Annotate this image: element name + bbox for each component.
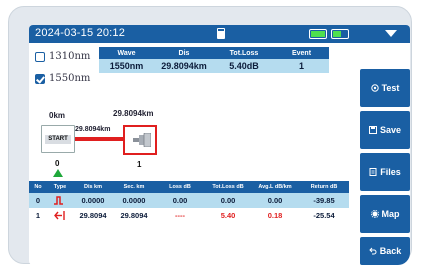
save-button[interactable]: Save bbox=[360, 111, 410, 149]
start-label: START bbox=[45, 135, 71, 144]
otdr-screen: 2024-03-15 20:12 1310nm 1550nm Wave Dis … bbox=[29, 25, 410, 265]
summary-wave: 1550nm bbox=[109, 61, 144, 71]
event-section: 29.8094 bbox=[120, 211, 148, 220]
event-type bbox=[47, 193, 73, 208]
event-return: -25.54 bbox=[313, 211, 335, 220]
event-distance: 29.8094 bbox=[79, 211, 107, 220]
end-event-icon bbox=[54, 211, 65, 220]
files-label: Files bbox=[380, 167, 401, 177]
battery-icon bbox=[309, 29, 327, 39]
battery-icon bbox=[331, 29, 349, 39]
wavelength-option-1550[interactable]: 1550nm bbox=[35, 71, 97, 89]
event-avg-loss: 0.00 bbox=[267, 196, 283, 205]
event-return: -39.85 bbox=[313, 196, 335, 205]
span-distance-label: 29.8094km bbox=[75, 126, 111, 133]
event-avg-loss: 0.18 bbox=[267, 211, 283, 220]
test-label: Test bbox=[381, 83, 400, 93]
event-total-loss: 0.00 bbox=[220, 196, 236, 205]
map-button[interactable]: Map bbox=[360, 195, 410, 233]
col-type: Type bbox=[53, 184, 67, 190]
start-distance-label: 0km bbox=[49, 111, 66, 120]
summary-col-totloss: Tot.Loss bbox=[229, 49, 259, 57]
event-section: 0.0000 bbox=[122, 196, 146, 205]
summary-table: Wave Dis Tot.Loss Event 1550nm 29.8094km… bbox=[99, 47, 329, 73]
col-return: Return dB bbox=[310, 184, 338, 190]
status-bar: 2024-03-15 20:12 bbox=[29, 25, 410, 43]
wavelength-option-1310[interactable]: 1310nm bbox=[35, 49, 97, 67]
start-event-box[interactable]: START bbox=[41, 125, 75, 153]
col-avgloss: Avg.L dB/km bbox=[258, 184, 292, 190]
event-type bbox=[47, 208, 73, 223]
event-distance: 0.0000 bbox=[81, 196, 105, 205]
save-icon bbox=[368, 126, 377, 134]
start-event-index: 0 bbox=[55, 159, 60, 168]
col-totloss: Tot.Loss dB bbox=[212, 184, 244, 190]
event-no: 0 bbox=[35, 196, 41, 205]
event-table: No Type Dis km Sec. km Loss dB Tot.Loss … bbox=[29, 181, 349, 223]
fiber-span-line bbox=[75, 137, 123, 141]
wavelength-selector: 1310nm 1550nm bbox=[35, 49, 97, 93]
summary-col-dis: Dis bbox=[178, 49, 190, 57]
event-no: 1 bbox=[35, 211, 41, 220]
checkbox-1310[interactable] bbox=[35, 52, 45, 62]
col-loss: Loss dB bbox=[169, 184, 191, 190]
event-table-header: No Type Dis km Sec. km Loss dB Tot.Loss … bbox=[29, 181, 349, 193]
event-loss: ---- bbox=[175, 211, 185, 220]
back-label: Back bbox=[379, 246, 402, 256]
checkbox-1550[interactable] bbox=[35, 74, 45, 84]
summary-col-wave: Wave bbox=[117, 49, 136, 57]
action-sidebar: Test Save Files Map Back bbox=[360, 43, 410, 265]
test-button[interactable]: Test bbox=[360, 69, 410, 107]
summary-header: Wave Dis Tot.Loss Event bbox=[99, 47, 329, 59]
sd-card-icon bbox=[217, 28, 225, 39]
menu-dropdown-icon[interactable] bbox=[385, 30, 397, 37]
summary-total-loss: 5.40dB bbox=[229, 61, 259, 71]
end-event-box[interactable] bbox=[123, 125, 157, 155]
col-no: No bbox=[34, 184, 42, 190]
test-icon bbox=[370, 84, 379, 92]
event-loss: 0.00 bbox=[172, 196, 188, 205]
cursor-marker-icon[interactable] bbox=[53, 169, 63, 177]
files-button[interactable]: Files bbox=[360, 153, 410, 191]
table-row[interactable]: 1 29.8094 29.8094 ---- 5.40 0.18 -25.54 bbox=[29, 208, 349, 223]
event-map: 0km 29.8094km START 29.8094km 0 1 bbox=[29, 103, 349, 183]
files-icon bbox=[369, 168, 377, 176]
col-sec: Sec. km bbox=[123, 184, 145, 190]
wavelength-label: 1550nm bbox=[49, 73, 91, 84]
end-event-index: 1 bbox=[137, 160, 142, 169]
save-label: Save bbox=[379, 125, 402, 135]
end-distance-label: 29.8094km bbox=[113, 109, 154, 118]
map-label: Map bbox=[381, 209, 400, 219]
map-icon bbox=[370, 210, 379, 218]
summary-event-count: 1 bbox=[298, 61, 304, 71]
event-total-loss: 5.40 bbox=[220, 211, 236, 220]
back-icon bbox=[369, 247, 377, 255]
back-button[interactable]: Back bbox=[360, 237, 410, 265]
wavelength-label: 1310nm bbox=[49, 51, 91, 62]
device-frame: 2024-03-15 20:12 1310nm 1550nm Wave Dis … bbox=[8, 6, 412, 265]
launch-event-icon bbox=[54, 196, 63, 205]
summary-row[interactable]: 1550nm 29.8094km 5.40dB 1 bbox=[99, 59, 329, 73]
table-row[interactable]: 0 0.0000 0.0000 0.00 0.00 0.00 -39.85 bbox=[29, 193, 349, 208]
summary-distance: 29.8094km bbox=[161, 61, 207, 71]
col-dis: Dis km bbox=[83, 184, 103, 190]
datetime-text: 2024-03-15 20:12 bbox=[35, 27, 126, 39]
summary-col-event: Event bbox=[291, 49, 312, 57]
connector-end-icon bbox=[133, 133, 151, 147]
